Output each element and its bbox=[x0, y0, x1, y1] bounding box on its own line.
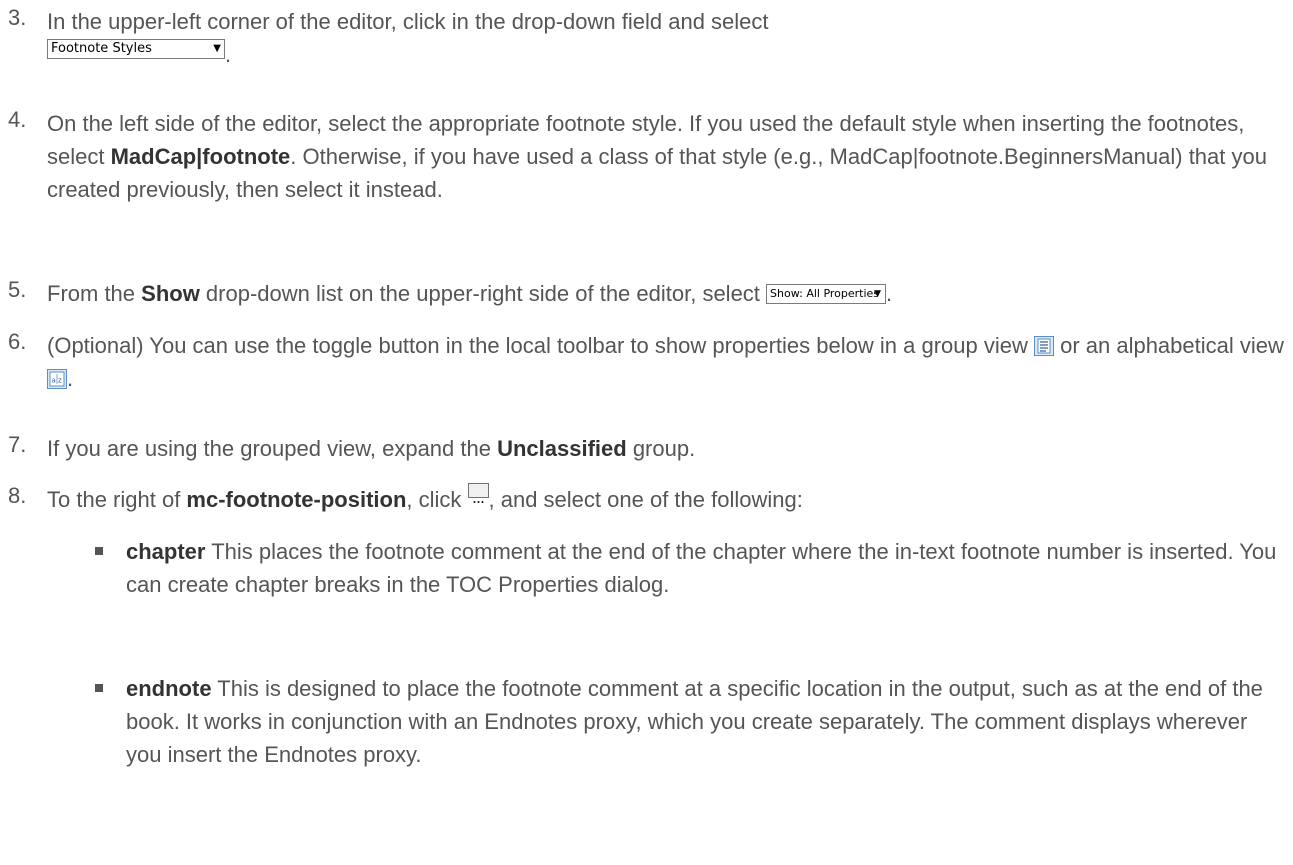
svg-text:a: a bbox=[52, 377, 56, 385]
ellipsis-button-icon bbox=[467, 483, 489, 503]
step-5-period: . bbox=[886, 281, 893, 306]
show-term: Show bbox=[141, 281, 200, 306]
footnote-styles-dropdown: Footnote Styles ▼ bbox=[47, 39, 225, 59]
step-5-text-1: From the bbox=[47, 281, 142, 306]
step-8-text-1: To the right of bbox=[47, 487, 187, 512]
step-5-text-2: drop-down list on the upper-right side o… bbox=[199, 281, 767, 306]
step-text: (Optional) You can use the toggle button… bbox=[47, 329, 1287, 395]
group-view-icon bbox=[1033, 336, 1054, 356]
footnote-styles-dropdown-label: Footnote Styles bbox=[51, 41, 152, 56]
svg-text:z: z bbox=[58, 377, 62, 385]
option-text: endnote This is designed to place the fo… bbox=[126, 672, 1283, 771]
step-number: 5. bbox=[8, 277, 27, 302]
option-term: endnote bbox=[126, 676, 212, 701]
step-7-text-1: If you are using the grouped view, expan… bbox=[47, 436, 498, 461]
option-description: This places the footnote comment at the … bbox=[126, 539, 1277, 597]
step-number: 8. bbox=[8, 483, 27, 508]
step-8-text-2: , click bbox=[406, 487, 468, 512]
option-term: chapter bbox=[126, 539, 206, 564]
show-dropdown-label: Show: All Properties bbox=[770, 287, 880, 300]
dropdown-arrow-icon: ▼ bbox=[213, 43, 221, 54]
dropdown-arrow-icon: ▼ bbox=[874, 289, 882, 299]
step-3-text: In the upper-left corner of the editor, … bbox=[47, 9, 769, 34]
step-number: 7. bbox=[8, 432, 27, 457]
step-number: 6. bbox=[8, 329, 27, 354]
step-6-text-1: (Optional) You can use the toggle button… bbox=[47, 333, 1034, 358]
step-text: On the left side of the editor, select t… bbox=[47, 107, 1287, 206]
madcap-footnote-term: MadCap|footnote bbox=[110, 144, 291, 169]
bullet-icon bbox=[95, 684, 103, 692]
show-all-properties-dropdown: Show: All Properties ▼ bbox=[766, 284, 887, 304]
step-number: 3. bbox=[8, 5, 27, 30]
step-text: From the Show drop-down list on the uppe… bbox=[47, 277, 1287, 310]
step-6-text-2: or an alphabetical view bbox=[1053, 333, 1284, 358]
step-8-text-3: , and select one of the following: bbox=[488, 487, 803, 512]
step-7-text-2: group. bbox=[626, 436, 696, 461]
mc-footnote-position-term: mc-footnote-position bbox=[186, 487, 407, 512]
step-number: 4. bbox=[8, 107, 27, 132]
unclassified-term: Unclassified bbox=[497, 436, 627, 461]
bullet-icon bbox=[95, 547, 103, 555]
step-text: If you are using the grouped view, expan… bbox=[47, 432, 1287, 465]
option-text: chapter This places the footnote comment… bbox=[126, 535, 1283, 601]
step-text: In the upper-left corner of the editor, … bbox=[47, 5, 1287, 71]
step-3-period: . bbox=[225, 42, 232, 67]
alphabetical-view-icon: az bbox=[47, 369, 67, 389]
step-text: To the right of mc-footnote-position, cl… bbox=[47, 483, 1287, 516]
document-page: 3. In the upper-left corner of the edito… bbox=[0, 0, 1293, 865]
step-6-period: . bbox=[67, 366, 74, 391]
option-description: This is designed to place the footnote c… bbox=[126, 676, 1263, 767]
